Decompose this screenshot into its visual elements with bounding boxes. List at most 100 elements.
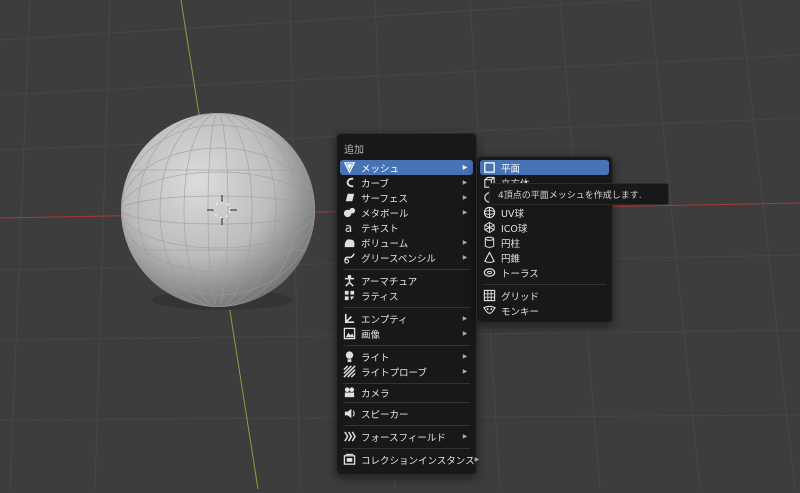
submenu-arrow-icon: ▶ [462,315,468,322]
uv-sphere-object[interactable] [121,113,315,310]
metaball-icon [342,206,356,220]
menu-item-label: サーフェス [361,193,408,205]
submenu-item-cone[interactable]: 円錐 [480,250,609,265]
monkey-icon [482,304,496,318]
submenu-item-plane[interactable]: 平面 [480,160,609,175]
menu-item-surface[interactable]: サーフェス ▶ [340,190,473,205]
menu-item-mesh[interactable]: メッシュ ▶ [340,160,473,175]
submenu-item-monkey[interactable]: モンキー [480,303,609,318]
surface-icon [342,191,356,205]
menu-separator [343,307,470,308]
mesh-icon [342,161,356,175]
submenu-arrow-icon: ▶ [462,330,468,337]
menu-item-light[interactable]: ライト ▶ [340,349,473,364]
light-icon [342,350,356,364]
menu-item-label: ラティス [361,291,399,303]
light-probe-icon [342,365,356,379]
armature-icon [342,274,356,288]
submenu-arrow-icon: ▶ [462,254,468,261]
curve-icon [342,176,356,190]
menu-item-label: 画像 [361,329,381,341]
menu-separator [343,269,470,270]
menu-item-grease-pencil[interactable]: グリースペンシル ▶ [340,250,473,265]
menu-item-curve[interactable]: カーブ ▶ [340,175,473,190]
menu-separator [343,402,470,403]
torus-icon [482,266,496,280]
volume-icon [342,236,356,250]
menu-item-lattice[interactable]: ラティス [340,288,473,303]
menu-item-label: メッシュ [361,163,400,175]
menu-item-speaker[interactable]: スピーカー [340,406,473,421]
submenu-arrow-icon: ▶ [462,433,468,440]
menu-item-armature[interactable]: アーマチュア [340,273,473,288]
menu-title: 追加 [344,145,364,156]
ico-sphere-icon [482,221,496,235]
submenu-item-label: 平面 [501,163,521,175]
submenu-arrow-icon: ▶ [462,179,468,186]
menu-item-volume[interactable]: ボリューム ▶ [340,235,473,250]
svg-text:a: a [344,221,351,234]
submenu-item-torus[interactable]: トーラス [480,265,609,280]
submenu-item-label: モンキー [501,306,540,318]
collection-instance-icon [342,453,356,467]
submenu-arrow-icon: ▶ [462,353,468,360]
menu-item-label: コレクションインスタンス [361,455,475,467]
tooltip: 4頂点の平面メッシュを作成します. [489,183,669,205]
submenu-item-label: グリッド [501,291,540,303]
grease-pencil-icon [342,251,356,265]
menu-item-camera[interactable]: カメラ [340,385,473,400]
force-field-icon [342,430,356,444]
menu-item-label: アーマチュア [361,276,418,288]
submenu-item-ico-sphere[interactable]: ICO球 [480,220,609,235]
submenu-item-grid[interactable]: グリッド [480,288,609,303]
menu-item-label: スピーカー [361,409,409,421]
menu-item-label: カメラ [361,388,390,400]
submenu-item-label: トーラス [501,268,539,280]
add-menu: 追加 メッシュ ▶ カーブ ▶ サーフェス ▶ メタボール ▶ a テキスト ボ… [336,133,479,475]
grid-icon [482,289,496,303]
menu-item-metaball[interactable]: メタボール ▶ [340,205,473,220]
submenu-item-label: 円錐 [501,253,521,265]
submenu-arrow-icon: ▶ [474,456,480,463]
speaker-icon [342,407,356,421]
submenu-arrow-icon: ▶ [462,164,468,171]
menu-item-label: フォースフィールド [361,432,446,444]
plane-icon [482,161,496,175]
menu-item-label: テキスト [361,223,399,235]
submenu-item-cylinder[interactable]: 円柱 [480,235,609,250]
submenu-arrow-icon: ▶ [462,194,468,201]
menu-item-text[interactable]: a テキスト [340,220,473,235]
menu-item-label: ボリューム [361,238,409,250]
menu-item-label: ライト [361,352,390,364]
menu-separator [343,425,470,426]
cone-icon [482,251,496,265]
menu-separator [343,448,470,449]
menu-item-label: エンプティ [361,314,408,326]
cylinder-icon [482,236,496,250]
lattice-icon [342,289,356,303]
mesh-submenu: 平面 立方体 円 UV球 ICO球 円柱 円錐 トーラス グリッド モンキー [476,156,613,323]
menu-item-label: カーブ [361,178,389,190]
submenu-item-uv-sphere[interactable]: UV球 [480,205,609,220]
empty-icon [342,312,356,326]
menu-item-image[interactable]: 画像 ▶ [340,326,473,341]
submenu-arrow-icon: ▶ [462,368,468,375]
menu-item-collection-instance[interactable]: コレクションインスタンス ▶ [340,452,479,467]
camera-icon [342,386,356,400]
submenu-arrow-icon: ▶ [462,239,468,246]
submenu-item-label: ICO球 [501,223,528,235]
menu-item-label: メタボール [361,208,409,220]
menu-item-empty[interactable]: エンプティ ▶ [340,311,473,326]
menu-separator [343,345,470,346]
menu-item-force-field[interactable]: フォースフィールド ▶ [340,429,473,444]
menu-item-label: ライトプローブ [361,367,427,379]
image-icon [342,327,356,341]
menu-separator [343,383,470,384]
submenu-item-label: UV球 [501,208,524,220]
menu-item-light-probe[interactable]: ライトプローブ ▶ [340,364,473,379]
menu-item-label: グリースペンシル [361,253,436,265]
submenu-arrow-icon: ▶ [462,209,468,216]
submenu-item-label: 円柱 [501,238,521,250]
text-icon: a [342,221,356,235]
submenu-separator [483,284,606,285]
